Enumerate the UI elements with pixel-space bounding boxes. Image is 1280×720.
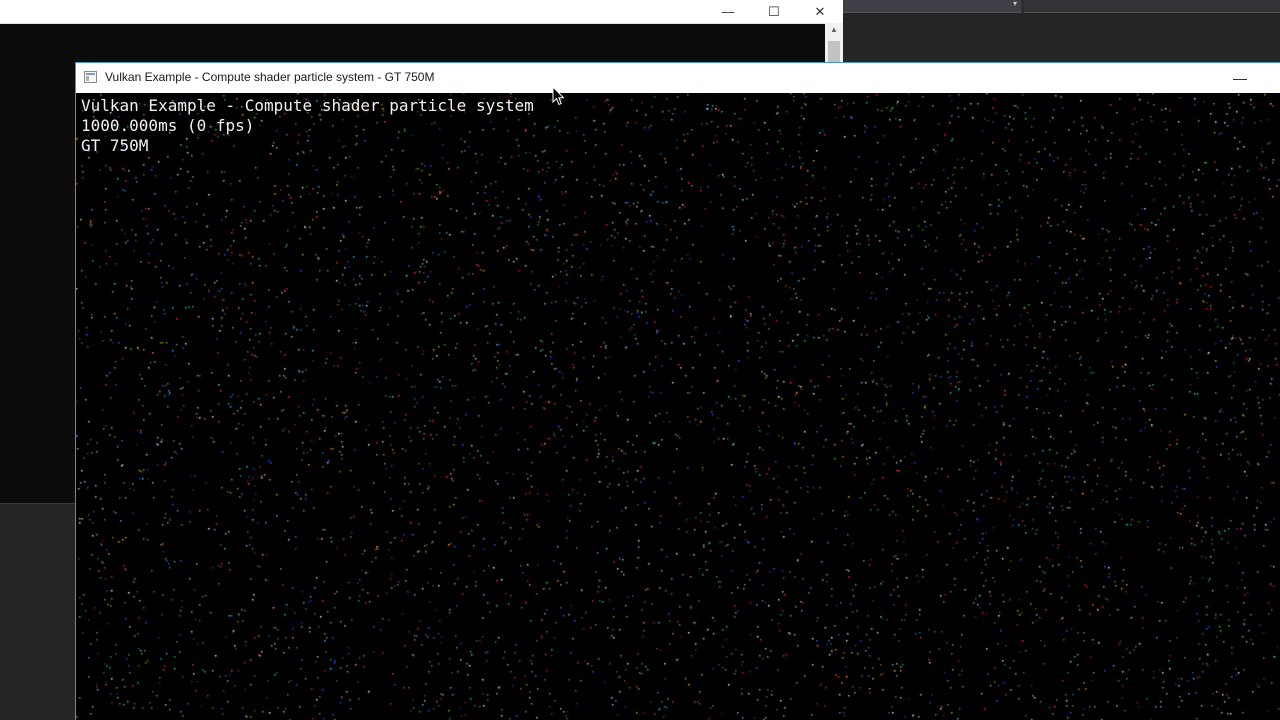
app-window-icon [84, 71, 97, 83]
vulkan-window: Vulkan Example - Compute shader particle… [75, 62, 1280, 720]
maximize-icon: ☐ [768, 3, 780, 19]
mouse-cursor-icon [552, 86, 565, 106]
vulkan-minimize-button[interactable]: — [1217, 63, 1263, 93]
console-titlebar[interactable]: — ☐ ✕ [0, 0, 843, 24]
chevron-down-icon[interactable]: ▾ [1013, 0, 1017, 8]
console-minimize-button[interactable]: — [705, 0, 751, 23]
ide-bottom-panel [0, 503, 76, 720]
console-scrollbar[interactable]: ▲ [825, 23, 843, 63]
minimize-icon: — [1233, 70, 1247, 86]
overlay-gpu-name: GT 750M [81, 136, 149, 155]
stats-overlay: Vulkan Example - Compute shader particle… [81, 96, 534, 156]
ide-search-box[interactable] [1024, 0, 1280, 13]
desktop: ▾ — ☐ ✕ ▲ Vulkan Example - Compute shade… [0, 0, 1280, 720]
scroll-up-icon[interactable]: ▲ [825, 25, 843, 34]
console-scroll-thumb[interactable] [828, 41, 840, 63]
close-icon: ✕ [814, 3, 826, 19]
vulkan-titlebar[interactable]: Vulkan Example - Compute shader particle… [76, 63, 1280, 93]
ide-config-dropdown[interactable]: ▾ [843, 0, 1021, 13]
overlay-frame-time: 1000.000ms (0 fps) [81, 116, 255, 135]
particle-field [76, 93, 1280, 720]
overlay-title: Vulkan Example - Compute shader particle… [81, 96, 534, 115]
console-maximize-button[interactable]: ☐ [751, 0, 797, 23]
window-title: Vulkan Example - Compute shader particle… [105, 70, 435, 84]
minimize-icon: — [721, 4, 735, 19]
console-close-button[interactable]: ✕ [797, 0, 843, 23]
render-canvas[interactable]: Vulkan Example - Compute shader particle… [76, 93, 1280, 720]
